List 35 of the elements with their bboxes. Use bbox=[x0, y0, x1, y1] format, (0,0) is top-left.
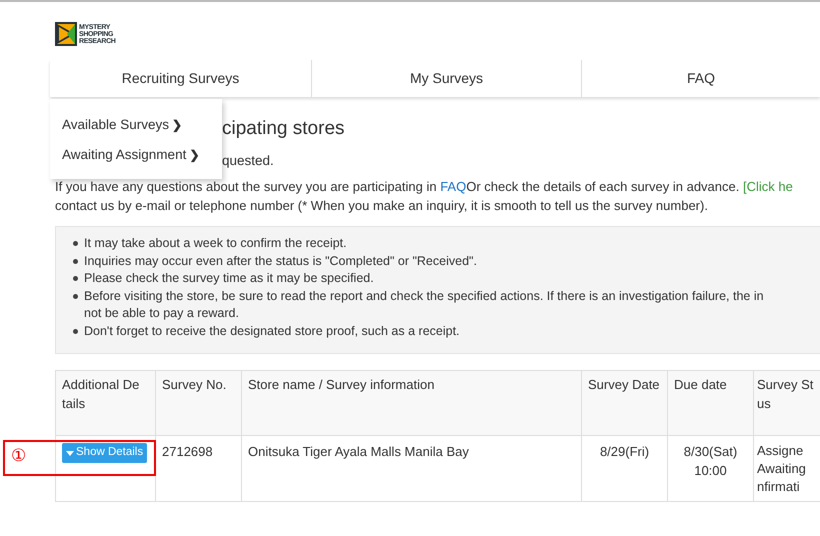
column-header: Survey Date bbox=[582, 370, 668, 436]
nav-tab[interactable]: My Surveys bbox=[410, 68, 484, 89]
note-text: Before visiting the store, be sure to read the report and check the specified actions. If there is an investigation failure, the in bbox=[84, 288, 764, 305]
nav-tab[interactable]: Recruiting Surveys bbox=[122, 68, 240, 89]
note-text: not be able to pay a reward. bbox=[84, 305, 239, 322]
note-text: Please check the survey time as it may be specified. bbox=[84, 270, 374, 287]
column-header: Store name / Survey information bbox=[242, 370, 582, 436]
intro-text: quested. bbox=[222, 152, 274, 170]
bullet-icon bbox=[72, 241, 78, 246]
click-link[interactable]: [Click he bbox=[742, 179, 793, 194]
bullet-icon bbox=[72, 328, 78, 334]
column-header: Due date bbox=[668, 370, 754, 436]
column-header: Survey No. bbox=[156, 370, 242, 436]
bullet-icon bbox=[72, 258, 78, 264]
column-header: Additional De tails bbox=[56, 370, 156, 436]
bullet-icon bbox=[72, 294, 78, 299]
step-marker: ① bbox=[11, 446, 26, 466]
intro-text: contact us by e-mail or telephone number (* When you make an inquiry, it is smooth to tell us the survey number). bbox=[55, 197, 708, 215]
logo-icon bbox=[55, 22, 77, 46]
column-header: Survey St us bbox=[754, 370, 820, 436]
intro-text: If you have any questions about the survey you are participating in FAQOr check the details of each survey in advance. [Click he bbox=[55, 178, 793, 196]
note-text: Don't forget to receive the designated store proof, such as a receipt. bbox=[84, 322, 460, 340]
menu-item[interactable]: Available Surveys ❯ bbox=[62, 115, 182, 136]
table-cell: Onitsuka Tiger Ayala Malls Manila Bay bbox=[242, 436, 582, 502]
table-cell: 8/30(Sat) 10:00 bbox=[668, 436, 754, 502]
table-cell: 8/29(Fri) bbox=[582, 436, 668, 502]
faq-link[interactable]: FAQ bbox=[440, 179, 466, 194]
bullet-icon bbox=[72, 276, 78, 282]
note-text: It may take about a week to confirm the receipt. bbox=[84, 235, 347, 252]
menu-item[interactable]: Awaiting Assignment ❯ bbox=[62, 145, 200, 166]
note-text: Inquiries may occur even after the status is "Completed" or "Received". bbox=[84, 252, 477, 270]
page-title: cipating stores bbox=[222, 117, 345, 141]
caret-icon bbox=[66, 450, 74, 456]
nav-tab[interactable]: FAQ bbox=[686, 68, 715, 89]
table-cell: 2712698 bbox=[156, 436, 242, 502]
